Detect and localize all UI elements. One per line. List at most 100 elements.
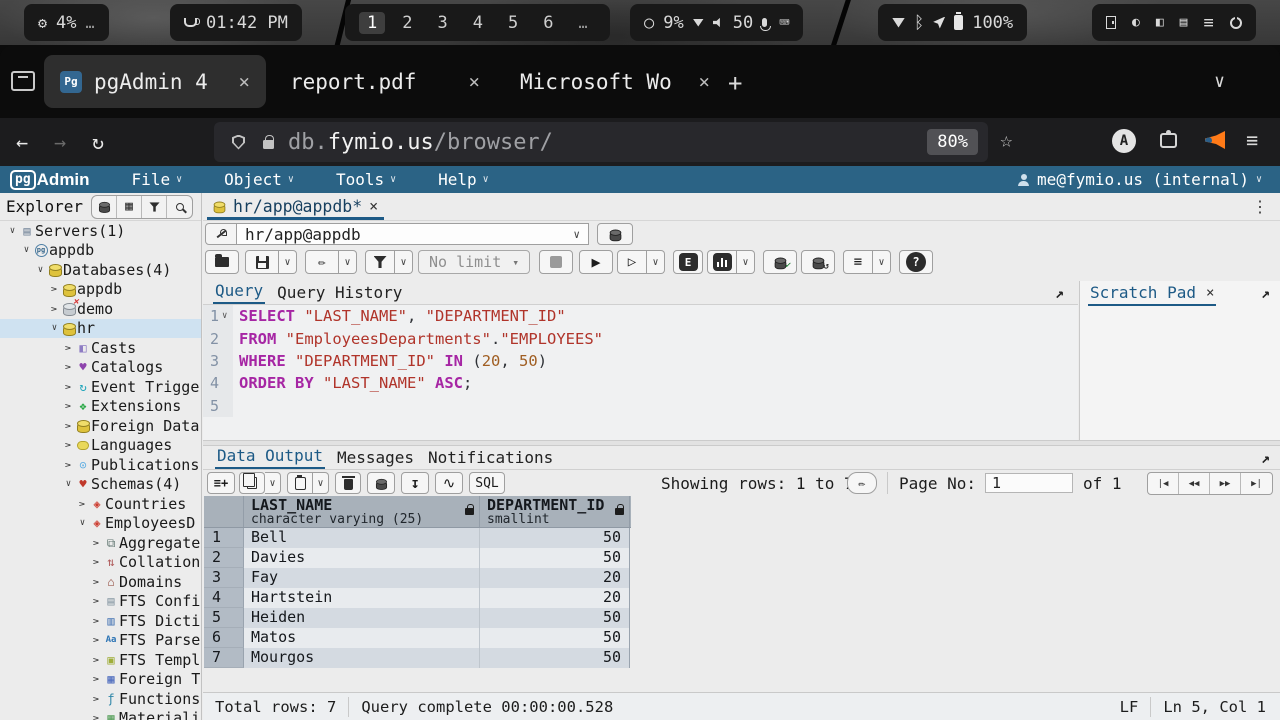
cell-department-id[interactable]: 50 bbox=[480, 608, 630, 628]
back-button[interactable]: ← bbox=[16, 130, 28, 154]
explain-dropdown[interactable]: ∨ bbox=[737, 250, 755, 274]
tree-chevron-icon[interactable]: ∨ bbox=[64, 458, 74, 471]
account-icon[interactable]: A bbox=[1112, 129, 1136, 153]
query-tool-tab[interactable]: hr/app@appdb* × bbox=[207, 195, 384, 220]
tree-chevron-icon[interactable]: ∨ bbox=[64, 380, 74, 393]
screenshot-icon[interactable]: ◧ bbox=[1156, 15, 1164, 30]
column-header-department_id[interactable]: DEPARTMENT_IDsmallint bbox=[480, 496, 630, 527]
paste-button[interactable] bbox=[287, 472, 313, 494]
tree-chevron-icon[interactable]: ∨ bbox=[92, 614, 102, 627]
tree-item-domains[interactable]: ∨⌂Domains bbox=[0, 572, 202, 592]
browser-tab[interactable]: Microsoft Wo× bbox=[504, 55, 726, 108]
cell-department-id[interactable]: 50 bbox=[480, 648, 630, 668]
tree-item-aggregate[interactable]: ∨⧉Aggregate bbox=[0, 533, 202, 553]
tree-item-casts[interactable]: ∨◧Casts bbox=[0, 338, 202, 358]
cell-last-name[interactable]: Bell bbox=[244, 528, 480, 548]
row-number[interactable]: 3 bbox=[204, 568, 244, 588]
row-number[interactable]: 1 bbox=[204, 528, 244, 548]
tracking-shield-icon[interactable] bbox=[232, 135, 245, 150]
tree-item-hr[interactable]: ∨hr bbox=[0, 319, 202, 339]
workspace-button-4[interactable]: 4 bbox=[465, 12, 491, 34]
execute-dropdown[interactable]: ∨ bbox=[647, 250, 665, 274]
browser-tab[interactable]: PgpgAdmin 4× bbox=[44, 55, 266, 108]
tree-item-fts-dicti[interactable]: ∨▥FTS Dicti bbox=[0, 611, 202, 631]
tree-item-databases-4-[interactable]: ∨Databases(4) bbox=[0, 260, 202, 280]
expand-scratch-icon[interactable]: ↗ bbox=[1261, 284, 1270, 302]
sql-editor[interactable]: 1∨SELECT "LAST_NAME", "DEPARTMENT_ID"2FR… bbox=[203, 305, 1078, 440]
tree-item-functions[interactable]: ∨ƒFunctions bbox=[0, 689, 202, 709]
tree-chevron-icon[interactable]: ∨ bbox=[34, 265, 47, 275]
edit-dropdown[interactable]: ∨ bbox=[339, 250, 357, 274]
explain-button[interactable]: E bbox=[673, 250, 703, 274]
https-lock-icon[interactable] bbox=[263, 140, 274, 149]
commit-button[interactable]: ✓ bbox=[763, 250, 797, 274]
tree-chevron-icon[interactable]: ∨ bbox=[92, 712, 102, 720]
tab-archive-icon[interactable] bbox=[11, 71, 35, 91]
logout-icon[interactable] bbox=[1106, 16, 1116, 29]
prev-page-button[interactable]: ◀◀ bbox=[1179, 473, 1210, 494]
code-line[interactable]: 4ORDER BY "LAST_NAME" ASC; bbox=[203, 372, 1078, 394]
eol-indicator[interactable]: LF bbox=[1120, 698, 1139, 716]
save-file-button[interactable] bbox=[245, 250, 279, 274]
cell-department-id[interactable]: 50 bbox=[480, 548, 630, 568]
tree-chevron-icon[interactable]: ∨ bbox=[92, 692, 102, 705]
add-row-button[interactable]: ≡+ bbox=[207, 472, 235, 494]
close-icon[interactable]: × bbox=[369, 197, 378, 215]
tree-item-fts-parse[interactable]: ∨AaFTS Parse bbox=[0, 631, 202, 651]
extension-megaphone-icon[interactable] bbox=[1205, 131, 1225, 149]
row-number[interactable]: 5 bbox=[204, 608, 244, 628]
menu-file[interactable]: File∨ bbox=[132, 170, 183, 189]
tree-item-materiali[interactable]: ∨▦Materiali bbox=[0, 709, 202, 720]
new-connection-button[interactable] bbox=[597, 223, 633, 245]
cell-department-id[interactable]: 20 bbox=[480, 588, 630, 608]
execute-button[interactable]: ▶ bbox=[579, 250, 613, 274]
save-dropdown[interactable]: ∨ bbox=[279, 250, 297, 274]
extensions-puzzle-icon[interactable] bbox=[1160, 133, 1177, 148]
reload-button[interactable]: ↻ bbox=[92, 130, 104, 154]
tree-item-event-trigge[interactable]: ∨↻Event Trigge bbox=[0, 377, 202, 397]
tab-close-icon[interactable]: × bbox=[469, 71, 480, 93]
browser-menu-icon[interactable]: ≡ bbox=[1246, 128, 1258, 152]
tree-chevron-icon[interactable]: ∨ bbox=[48, 323, 61, 333]
filter-tree-button[interactable] bbox=[142, 196, 167, 218]
menu-help[interactable]: Help∨ bbox=[438, 170, 489, 189]
new-tab-button[interactable]: + bbox=[728, 69, 742, 97]
workspaces-more[interactable]: … bbox=[571, 13, 596, 33]
fold-chevron-icon[interactable]: ∨ bbox=[222, 311, 227, 321]
row-limit-select[interactable]: No limit ▾ bbox=[418, 250, 530, 274]
tree-item-catalogs[interactable]: ∨♥Catalogs bbox=[0, 358, 202, 378]
theme-icon[interactable]: ◐ bbox=[1132, 15, 1140, 30]
execute-options-button[interactable]: ▷ bbox=[617, 250, 647, 274]
last-page-button[interactable]: ▶| bbox=[1241, 473, 1272, 494]
pgadmin-logo[interactable]: pg Admin bbox=[10, 170, 90, 190]
graph-visualiser-button[interactable]: ∿ bbox=[435, 472, 463, 494]
clock-widget[interactable]: 01:42 PM bbox=[170, 4, 302, 41]
tab-messages[interactable]: Messages bbox=[335, 448, 416, 469]
filter-dropdown[interactable]: ∨ bbox=[395, 250, 413, 274]
tree-chevron-icon[interactable]: ∨ bbox=[20, 245, 33, 255]
cell-last-name[interactable]: Matos bbox=[244, 628, 480, 648]
files-icon[interactable]: ▤ bbox=[1180, 15, 1188, 30]
user-menu[interactable]: me@fymio.us (internal) ∨ bbox=[1017, 170, 1262, 189]
tree-item-foreign-data[interactable]: ∨Foreign Data bbox=[0, 416, 202, 436]
url-field[interactable]: db.fymio.us/browser/ 80% bbox=[214, 122, 988, 162]
next-page-button[interactable]: ▶▶ bbox=[1210, 473, 1241, 494]
tab-query-history[interactable]: Query History bbox=[275, 283, 404, 304]
paste-dropdown[interactable]: ∨ bbox=[313, 472, 329, 494]
tree-chevron-icon[interactable]: ∨ bbox=[64, 341, 74, 354]
tree-chevron-icon[interactable]: ∨ bbox=[64, 439, 74, 452]
bookmark-star-icon[interactable]: ☆ bbox=[1000, 128, 1013, 152]
tree-item-servers-1-[interactable]: ∨▤Servers(1) bbox=[0, 221, 202, 241]
tree-chevron-icon[interactable]: ∨ bbox=[76, 518, 89, 528]
tree-chevron-icon[interactable]: ∨ bbox=[92, 634, 102, 647]
code-line[interactable]: 2FROM "EmployeesDepartments"."EMPLOYEES" bbox=[203, 327, 1078, 349]
cell-department-id[interactable]: 50 bbox=[480, 528, 630, 548]
tab-list-chevron-icon[interactable]: ∨ bbox=[1214, 71, 1225, 92]
row-number[interactable]: 6 bbox=[204, 628, 244, 648]
tree-chevron-icon[interactable]: ∨ bbox=[62, 479, 75, 489]
tree-chevron-icon[interactable]: ∨ bbox=[50, 302, 60, 315]
tree-chevron-icon[interactable]: ∨ bbox=[64, 419, 74, 432]
tab-close-icon[interactable]: × bbox=[699, 71, 710, 93]
cell-last-name[interactable]: Hartstein bbox=[244, 588, 480, 608]
power-icon[interactable] bbox=[1230, 17, 1242, 29]
